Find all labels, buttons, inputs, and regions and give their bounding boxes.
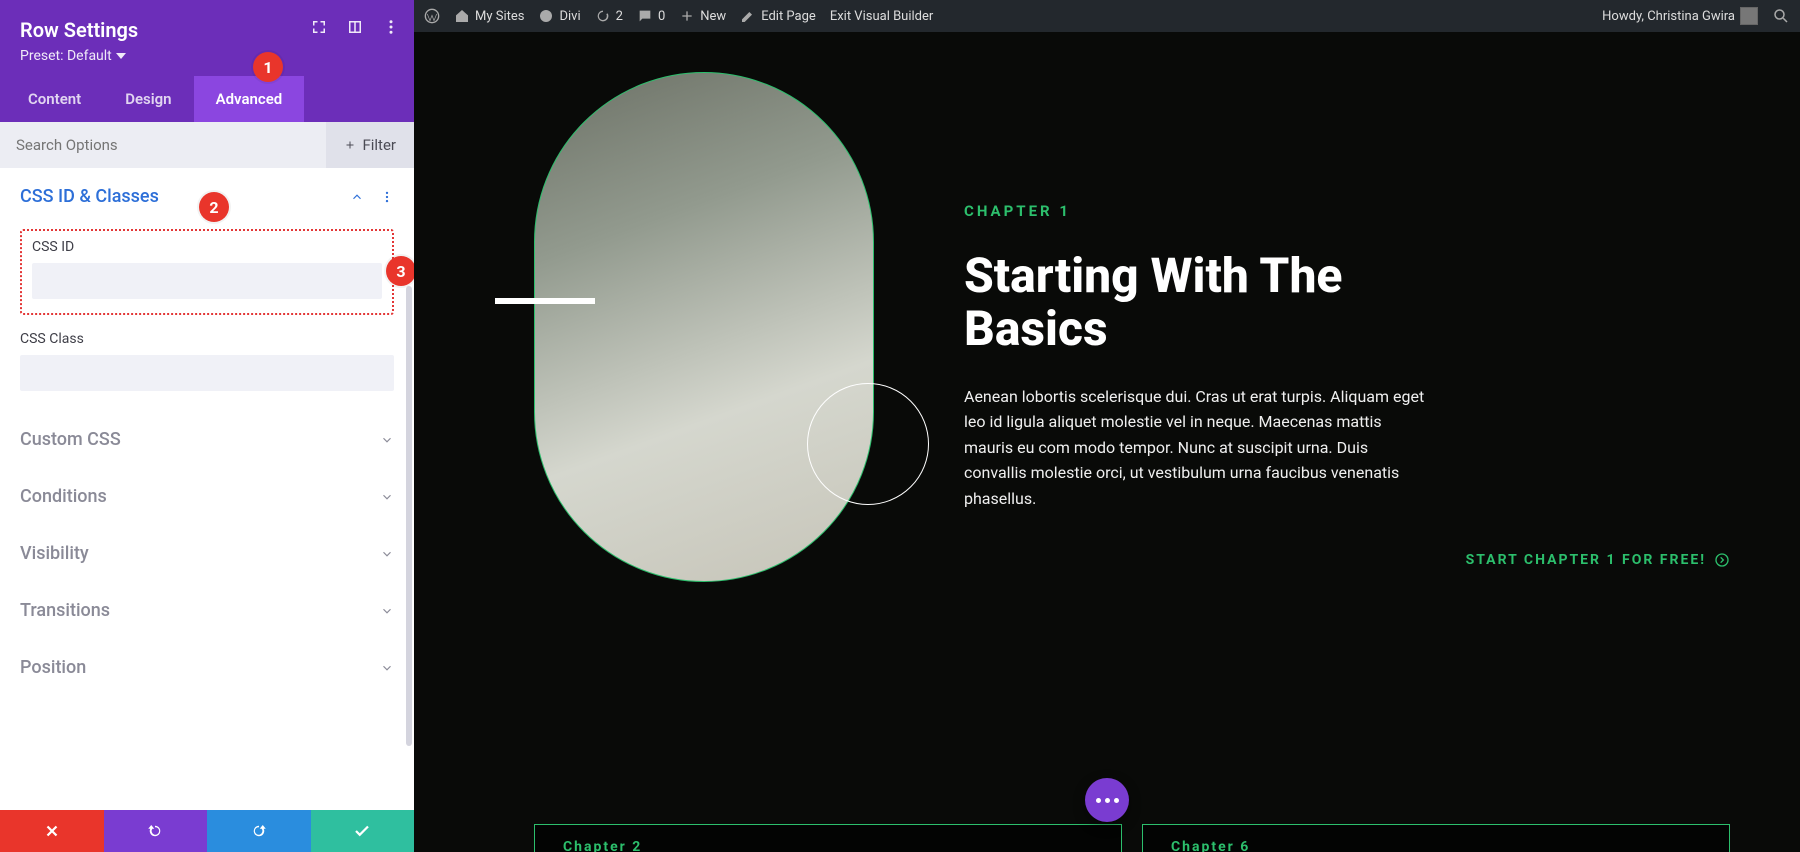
annotation-1: 1 [253,52,283,82]
settings-sidebar: Row Settings Preset: Default Content Des… [0,0,414,852]
search-input[interactable] [0,122,326,168]
search-bar: Filter [0,122,414,168]
home-icon [454,8,470,24]
avatar [1740,7,1758,25]
css-id-label: CSS ID [32,239,382,255]
tab-advanced[interactable]: Advanced [194,76,305,122]
annotation-3: 3 [386,256,414,286]
undo-button[interactable] [104,810,208,852]
dots-icon [1096,798,1119,803]
annotation-2: 2 [199,192,229,222]
chevron-down-icon [380,547,394,561]
kebab-icon[interactable] [382,18,400,36]
css-class-label: CSS Class [20,331,394,347]
chevron-down-icon [380,604,394,618]
sidebar-header: Row Settings Preset: Default [0,0,414,76]
tab-content[interactable]: Content [0,76,103,122]
preset-selector[interactable]: Preset: Default [20,48,394,64]
filter-button[interactable]: Filter [326,122,414,168]
chevron-down-icon [380,490,394,504]
section-custom-css[interactable]: Custom CSS [0,411,414,468]
chevron-down-icon [116,53,126,59]
section-visibility[interactable]: Visibility [0,525,414,582]
redo-button[interactable] [207,810,311,852]
scrollbar[interactable] [406,286,412,746]
hero-image [534,72,874,582]
accent-bar [495,298,595,304]
section-transitions[interactable]: Transitions [0,582,414,639]
arrow-right-circle-icon [1714,552,1730,568]
redo-icon [250,822,268,840]
check-icon [353,822,371,840]
responsive-icon[interactable] [346,18,364,36]
headline: Starting With The Basics [964,250,1730,356]
tab-design[interactable]: Design [103,76,193,122]
hero-section: CHAPTER 1 Starting With The Basics Aenea… [534,72,1730,582]
comments-link[interactable]: 0 [637,8,665,24]
settings-tabs: Content Design Advanced [0,76,414,122]
comment-icon [637,8,653,24]
expand-icon[interactable] [310,18,328,36]
wordpress-icon [424,8,440,24]
card-chapter-2[interactable]: Chapter 2 [534,824,1122,852]
hero-text: CHAPTER 1 Starting With The Basics Aenea… [964,72,1730,568]
wp-logo[interactable] [424,8,440,24]
section-position[interactable]: Position [0,639,414,696]
divi-link[interactable]: Divi [538,8,580,24]
cancel-button[interactable] [0,810,104,852]
wp-admin-bar: My Sites Divi 2 0 New Edit Page Exit Vis… [414,0,1800,32]
chevron-down-icon [380,433,394,447]
css-id-highlight: CSS ID [20,229,394,315]
howdy-user[interactable]: Howdy, Christina Gwira [1602,7,1758,25]
section-conditions[interactable]: Conditions [0,468,414,525]
kebab-icon[interactable] [380,190,394,204]
css-id-input[interactable] [32,263,382,299]
page-canvas: CHAPTER 1 Starting With The Basics Aenea… [414,32,1800,852]
main-area: My Sites Divi 2 0 New Edit Page Exit Vis… [414,0,1800,852]
edit-page-link[interactable]: Edit Page [740,8,816,24]
chevron-down-icon [380,661,394,675]
chapter-label: CHAPTER 1 [964,202,1730,220]
css-class-input[interactable] [20,355,394,391]
cta-link[interactable]: START CHAPTER 1 FOR FREE! [1466,552,1730,568]
divi-icon [538,8,554,24]
updates-link[interactable]: 2 [595,8,623,24]
close-icon [43,822,61,840]
undo-icon [146,822,164,840]
pencil-icon [740,8,756,24]
plus-icon [679,8,695,24]
save-button[interactable] [311,810,415,852]
card-chapter-6[interactable]: Chapter 6 [1142,824,1730,852]
new-link[interactable]: New [679,8,726,24]
chevron-up-icon [350,190,364,204]
my-sites-link[interactable]: My Sites [454,8,524,24]
plus-icon [344,139,356,151]
sections-list: CSS ID & Classes 2 CSS ID 3 CSS Class Cu… [0,168,414,810]
exit-visual-builder[interactable]: Exit Visual Builder [830,9,933,24]
section-body-css-id: CSS ID 3 CSS Class [0,229,414,411]
sidebar-footer [0,810,414,852]
accent-ring [807,383,929,505]
chapter-cards: Chapter 2 Chapter 6 [534,824,1730,852]
search-icon[interactable] [1772,7,1790,25]
builder-fab[interactable] [1085,778,1129,822]
refresh-icon [595,8,611,24]
hero-paragraph: Aenean lobortis scelerisque dui. Cras ut… [964,384,1434,512]
